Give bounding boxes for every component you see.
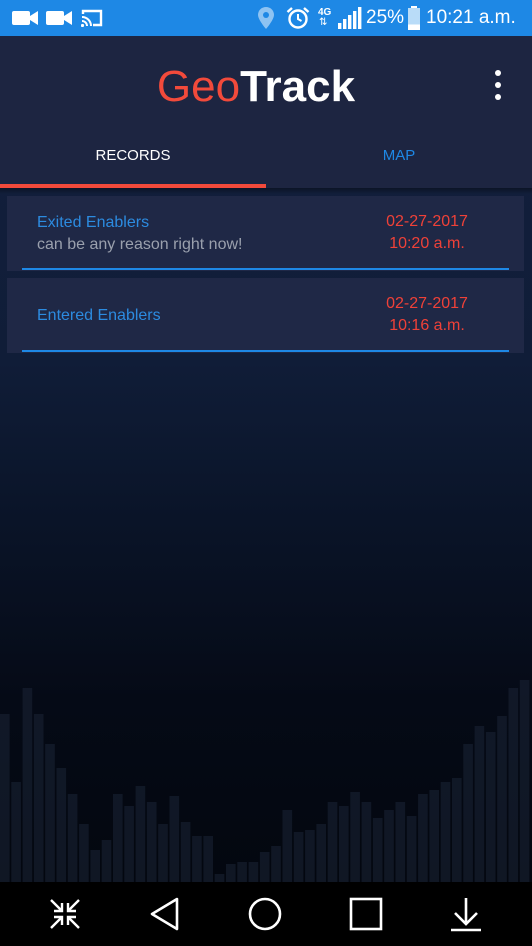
alarm-icon bbox=[286, 0, 310, 36]
equalizer-bar bbox=[361, 802, 372, 882]
equalizer-bar bbox=[180, 822, 191, 882]
equalizer-bar bbox=[124, 806, 134, 882]
equalizer-bar bbox=[67, 794, 78, 882]
network-4g-icon: 4G ⇅ bbox=[318, 7, 332, 28]
record-time: 10:16 a.m. bbox=[389, 317, 465, 334]
equalizer-bar bbox=[259, 852, 270, 882]
equalizer-bar bbox=[11, 782, 21, 882]
header-shadow bbox=[0, 188, 532, 194]
equalizer-bar bbox=[271, 846, 281, 882]
clock-text: 10:21 a.m. bbox=[426, 7, 516, 28]
equalizer-bar bbox=[113, 794, 123, 882]
equalizer-bar bbox=[519, 680, 530, 882]
video-camera-icon bbox=[46, 0, 72, 36]
equalizer-bar bbox=[305, 830, 315, 882]
record-date: 02-27-2017 bbox=[386, 295, 468, 312]
record-underline bbox=[22, 350, 509, 352]
tab-records-label: RECORDS bbox=[95, 147, 171, 164]
cast-icon bbox=[81, 0, 103, 36]
equalizer-bar bbox=[22, 688, 33, 882]
more-vert-icon[interactable] bbox=[486, 70, 510, 100]
equalizer-bar bbox=[90, 850, 100, 882]
record-date: 02-27-2017 bbox=[386, 213, 468, 230]
equalizer-background bbox=[0, 680, 530, 882]
equalizer-bar bbox=[203, 836, 213, 882]
app-logo: GeoTrack bbox=[0, 62, 512, 112]
equalizer-bar bbox=[33, 714, 44, 882]
logo-geo: Geo bbox=[156, 62, 241, 111]
tab-records[interactable]: RECORDS bbox=[0, 140, 266, 188]
equalizer-bar bbox=[226, 864, 236, 882]
equalizer-bar bbox=[146, 802, 157, 882]
equalizer-bar bbox=[135, 786, 146, 882]
equalizer-bar bbox=[384, 810, 394, 882]
equalizer-bar bbox=[440, 782, 451, 882]
equalizer-bar bbox=[192, 836, 202, 882]
equalizer-bar bbox=[293, 832, 304, 882]
download-icon[interactable] bbox=[446, 894, 486, 934]
battery-percent-text: 25% bbox=[366, 7, 405, 28]
equalizer-bar bbox=[316, 824, 326, 882]
battery-percent: 25% bbox=[366, 0, 404, 36]
navigation-bar bbox=[0, 882, 532, 946]
equalizer-bar bbox=[372, 818, 383, 882]
record-title: Entered Enablers bbox=[37, 307, 161, 324]
record-item[interactable]: Exited Enablers can be any reason right … bbox=[7, 196, 524, 271]
signal-icon bbox=[338, 0, 362, 36]
recents-icon[interactable] bbox=[346, 894, 386, 934]
status-bar: 4G ⇅ 25% 10:21 a.m. bbox=[0, 0, 532, 36]
tab-map[interactable]: MAP bbox=[266, 140, 532, 188]
battery-icon bbox=[407, 0, 421, 36]
equalizer-bar bbox=[463, 744, 473, 882]
equalizer-bar bbox=[237, 862, 247, 882]
equalizer-bar bbox=[395, 802, 406, 882]
equalizer-bar bbox=[248, 862, 259, 882]
clock: 10:21 a.m. bbox=[426, 0, 516, 36]
equalizer-bar bbox=[485, 732, 496, 882]
equalizer-bar bbox=[474, 726, 485, 882]
record-note: can be any reason right now! bbox=[37, 236, 243, 253]
equalizer-bar bbox=[406, 816, 417, 882]
equalizer-bar bbox=[350, 792, 360, 882]
video-camera-icon bbox=[12, 0, 38, 36]
equalizer-bar bbox=[508, 688, 519, 882]
equalizer-bar bbox=[169, 796, 180, 882]
record-underline bbox=[22, 268, 509, 270]
equalizer-bar bbox=[327, 802, 338, 882]
logo-track: Track bbox=[240, 62, 356, 111]
record-time: 10:20 a.m. bbox=[389, 235, 465, 252]
equalizer-bar bbox=[497, 716, 507, 882]
equalizer-bar bbox=[429, 790, 439, 882]
equalizer-bar bbox=[101, 840, 112, 882]
equalizer-bar bbox=[418, 794, 428, 882]
equalizer-bar bbox=[158, 824, 168, 882]
record-title: Exited Enablers bbox=[37, 214, 150, 231]
equalizer-bar bbox=[339, 806, 349, 882]
equalizer-bar bbox=[0, 714, 10, 882]
equalizer-bar bbox=[452, 778, 462, 882]
record-item[interactable]: Entered Enablers 02-27-2017 10:16 a.m. bbox=[7, 278, 524, 353]
app-screen: 4G ⇅ 25% 10:21 a.m. GeoTrack RECORDS MAP… bbox=[0, 0, 532, 946]
home-icon[interactable] bbox=[245, 894, 285, 934]
equalizer-bar bbox=[282, 810, 293, 882]
collapse-icon[interactable] bbox=[45, 894, 85, 934]
tab-map-label: MAP bbox=[382, 147, 416, 164]
equalizer-bar bbox=[56, 768, 67, 882]
equalizer-bar bbox=[45, 744, 55, 882]
location-icon bbox=[258, 0, 274, 36]
equalizer-bar bbox=[214, 874, 225, 882]
app-header: GeoTrack RECORDS MAP bbox=[0, 36, 532, 188]
equalizer-bar bbox=[79, 824, 89, 882]
back-icon[interactable] bbox=[145, 894, 185, 934]
